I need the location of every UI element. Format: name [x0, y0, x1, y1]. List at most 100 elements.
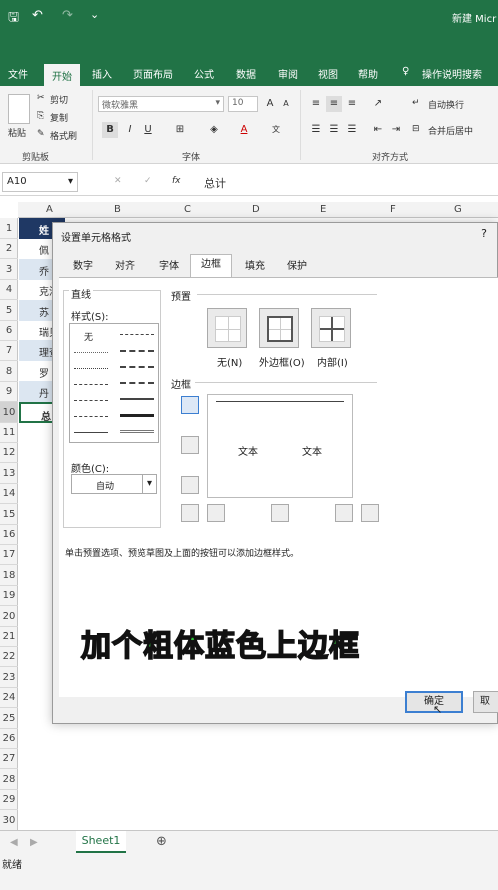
tab-font[interactable]: 字体 [149, 257, 189, 277]
tab-home[interactable]: 开始 [44, 64, 80, 86]
row-header[interactable]: 30 [0, 810, 18, 831]
border-left-button[interactable] [207, 504, 225, 522]
preset-inside-button[interactable] [311, 308, 351, 348]
row-header[interactable]: 9 [0, 381, 18, 403]
tab-protection[interactable]: 保护 [277, 257, 317, 277]
row-header[interactable]: 21 [0, 626, 18, 647]
customize-qat-icon[interactable]: ⌄ [90, 8, 99, 21]
column-header-c[interactable]: C [184, 204, 191, 215]
row-header[interactable]: 27 [0, 748, 18, 770]
next-sheet-icon[interactable]: ▶ [30, 837, 38, 848]
cancel-button[interactable]: 取 [473, 691, 498, 713]
row-header[interactable]: 4 [0, 279, 18, 301]
align-top-icon[interactable]: ≡ [308, 96, 324, 112]
line-style-medium-dashed[interactable] [120, 382, 154, 384]
row-header[interactable]: 8 [0, 361, 18, 382]
paste-button[interactable]: 粘贴 [8, 126, 26, 139]
align-right-icon[interactable]: ☰ [344, 122, 360, 138]
color-select[interactable]: 自动 ▾ [71, 474, 157, 494]
row-header[interactable]: 15 [0, 504, 18, 525]
orientation-icon[interactable]: ↗ [370, 96, 386, 112]
tab-formulas[interactable]: 公式 [194, 66, 214, 81]
undo-icon[interactable]: ↶ [32, 8, 43, 23]
row-header[interactable]: 13 [0, 463, 18, 484]
row-header[interactable]: 2 [0, 238, 18, 260]
line-style-medium[interactable] [120, 398, 154, 400]
tab-file[interactable]: 文件 [8, 66, 28, 81]
column-header-f[interactable]: F [390, 204, 396, 215]
tab-view[interactable]: 视图 [318, 66, 338, 81]
name-box[interactable]: A10 ▾ [2, 172, 78, 192]
copy-button[interactable]: 复制 [50, 111, 68, 124]
tab-page-layout[interactable]: 页面布局 [133, 66, 173, 81]
preset-outline-button[interactable] [259, 308, 299, 348]
border-middle-v-button[interactable] [271, 504, 289, 522]
row-header[interactable]: 16 [0, 524, 18, 545]
line-style-none[interactable]: 无 [84, 330, 93, 343]
increase-indent-icon[interactable]: ⇥ [388, 122, 404, 138]
redo-icon[interactable]: ↷ [62, 8, 73, 23]
row-header[interactable]: 22 [0, 646, 18, 668]
tab-data[interactable]: 数据 [236, 66, 256, 81]
bold-button[interactable]: B [102, 122, 118, 138]
tab-help[interactable]: 帮助 [358, 66, 378, 81]
cut-button[interactable]: 剪切 [50, 93, 68, 106]
column-header-b[interactable]: B [114, 204, 121, 215]
increase-font-icon[interactable]: A [262, 96, 278, 112]
column-header-e[interactable]: E [320, 204, 326, 215]
cut-icon[interactable]: ✂ [37, 93, 45, 103]
row-header[interactable]: 20 [0, 606, 18, 627]
help-button[interactable]: ? [481, 227, 487, 240]
row-header[interactable]: 12 [0, 442, 18, 464]
row-header[interactable]: 7 [0, 340, 18, 362]
font-color-icon[interactable]: A [236, 122, 252, 138]
wrap-text-icon[interactable]: ↵ [412, 98, 420, 108]
tell-me-search[interactable]: 操作说明搜索 [422, 66, 482, 81]
border-diagonal-down-button[interactable] [361, 504, 379, 522]
line-style-hair[interactable] [74, 352, 108, 353]
row-header[interactable]: 11 [0, 422, 18, 443]
format-painter-icon[interactable]: ✎ [37, 129, 45, 139]
wrap-text-button[interactable]: 自动换行 [428, 98, 464, 111]
formula-input[interactable]: 总计 [204, 175, 226, 191]
paste-icon[interactable] [8, 94, 30, 124]
border-preview[interactable]: 文本 文本 [207, 394, 353, 498]
underline-button[interactable]: U [140, 122, 156, 138]
row-header[interactable]: 5 [0, 300, 18, 321]
column-header-d[interactable]: D [252, 204, 260, 215]
decrease-font-icon[interactable]: A [278, 96, 294, 112]
border-top-button[interactable] [181, 396, 199, 414]
align-center-icon[interactable]: ☰ [326, 122, 342, 138]
tab-number[interactable]: 数字 [63, 257, 103, 277]
line-style-dashed[interactable] [74, 416, 108, 417]
line-style-slant-dash-dot[interactable] [120, 350, 154, 352]
merge-center-button[interactable]: 合并后居中 [428, 124, 473, 137]
line-style-thick[interactable] [120, 414, 154, 417]
line-style-medium-dash-dot[interactable] [120, 366, 154, 368]
row-header[interactable]: 23 [0, 667, 18, 688]
align-bottom-icon[interactable]: ≡ [344, 96, 360, 112]
prev-sheet-icon[interactable]: ◀ [10, 837, 18, 848]
line-style-dash-dot-dot[interactable] [74, 384, 108, 385]
borders-icon[interactable]: ⊞ [172, 122, 188, 138]
row-header[interactable]: 24 [0, 687, 18, 709]
merge-center-icon[interactable]: ⊟ [412, 124, 420, 134]
align-middle-icon[interactable]: ≡ [326, 96, 342, 112]
row-header[interactable]: 3 [0, 259, 18, 280]
row-header[interactable]: 1 [0, 218, 18, 239]
preset-none-button[interactable] [207, 308, 247, 348]
format-painter-button[interactable]: 格式刷 [50, 129, 77, 142]
insert-function-button[interactable]: fx [172, 176, 181, 186]
row-header[interactable]: 28 [0, 769, 18, 790]
italic-button[interactable]: I [122, 122, 138, 138]
row-header[interactable]: 18 [0, 565, 18, 586]
line-style-medium-dash-dot-dot[interactable] [120, 334, 154, 335]
tab-border[interactable]: 边框 [190, 254, 232, 278]
row-header[interactable]: 25 [0, 708, 18, 729]
tab-alignment[interactable]: 对齐 [105, 257, 145, 277]
line-style-list[interactable]: 无 [69, 323, 159, 443]
row-header[interactable]: 26 [0, 728, 18, 749]
column-header-a[interactable]: A [46, 204, 53, 215]
tab-review[interactable]: 审阅 [278, 66, 298, 81]
border-right-button[interactable] [335, 504, 353, 522]
